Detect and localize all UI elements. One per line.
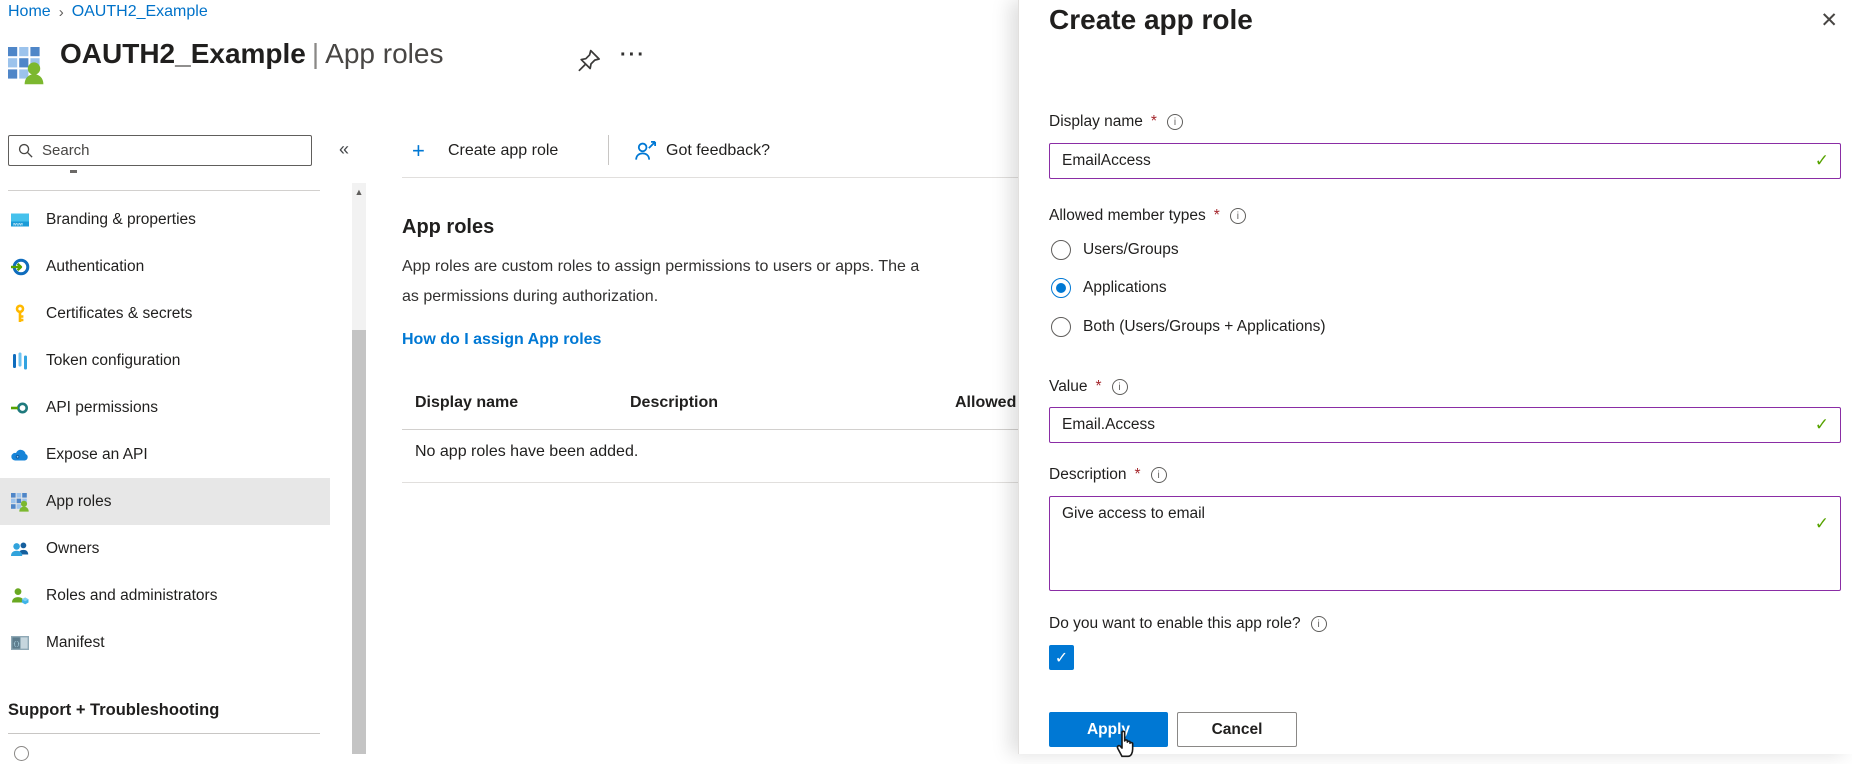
- sidebar-item-roles-administrators[interactable]: Roles and administrators: [0, 572, 330, 619]
- description-field: Give access to email ✓: [1049, 496, 1841, 591]
- sidebar-item-expose-api[interactable]: Expose an API: [0, 431, 330, 478]
- toolbar-rule: [402, 177, 1018, 178]
- app-roles-icon: [10, 492, 30, 512]
- owners-people-icon: [10, 539, 30, 559]
- radio-circle-icon[interactable]: [1051, 278, 1071, 298]
- scrolled-item-sliver: [70, 170, 77, 173]
- search-icon: [17, 142, 34, 159]
- column-header-display-name: Display name: [415, 394, 518, 412]
- sidebar-divider: [8, 190, 320, 191]
- key-icon: [10, 304, 30, 324]
- branding-icon: www: [10, 210, 30, 230]
- sidebar-item-owners[interactable]: Owners: [0, 525, 330, 572]
- plus-icon: +: [412, 138, 425, 164]
- radio-both[interactable]: Both (Users/Groups + Applications): [1051, 313, 1326, 341]
- create-app-role-button[interactable]: Create app role: [448, 142, 558, 160]
- app-registration-icon: [6, 45, 46, 85]
- info-icon: i: [1112, 379, 1128, 395]
- collapse-sidebar-button[interactable]: «: [339, 139, 349, 160]
- column-header-description: Description: [630, 394, 718, 412]
- description-textarea[interactable]: Give access to email: [1049, 496, 1841, 591]
- info-icon: i: [1311, 616, 1327, 632]
- sidebar-item-manifest[interactable]: {} Manifest: [0, 619, 330, 666]
- authentication-icon: [10, 257, 30, 277]
- valid-check-icon: ✓: [1815, 151, 1829, 171]
- got-feedback-button[interactable]: Got feedback?: [666, 142, 770, 160]
- radio-circle-icon[interactable]: [1051, 317, 1071, 337]
- toolbar-divider: [608, 135, 609, 165]
- sidebar-item-branding-properties[interactable]: www Branding & properties: [0, 196, 330, 243]
- info-icon: i: [1151, 467, 1167, 483]
- create-app-role-panel: Create app role ✕ Display name* i ✓ Allo…: [1018, 0, 1852, 754]
- more-options-button[interactable]: ···: [620, 44, 646, 67]
- radio-circle-icon[interactable]: [1051, 240, 1071, 260]
- info-icon: i: [1230, 208, 1246, 224]
- apply-button[interactable]: Apply: [1049, 712, 1168, 747]
- svg-text:{}: {}: [13, 640, 20, 647]
- value-label: Value* i: [1049, 378, 1128, 396]
- breadcrumb-current-link[interactable]: OAUTH2_Example: [72, 3, 208, 21]
- feedback-person-icon: [634, 139, 658, 163]
- radio-applications[interactable]: Applications: [1051, 274, 1167, 302]
- close-icon[interactable]: ✕: [1820, 8, 1838, 33]
- table-row-divider: [402, 482, 1018, 483]
- sidebar-item-authentication[interactable]: Authentication: [0, 243, 330, 290]
- panel-title: Create app role: [1049, 4, 1253, 36]
- content-heading: App roles: [402, 216, 494, 239]
- breadcrumb-home-link[interactable]: Home: [8, 3, 51, 21]
- sidebar-item-api-permissions[interactable]: API permissions: [0, 384, 330, 431]
- enable-app-role-label: Do you want to enable this app role? i: [1049, 615, 1327, 633]
- empty-table-message: No app roles have been added.: [415, 443, 638, 461]
- manifest-icon: {}: [10, 633, 30, 653]
- table-header-divider: [402, 429, 1018, 430]
- chevron-right-icon: ›: [59, 4, 64, 21]
- content-description-line1: App roles are custom roles to assign per…: [402, 258, 919, 276]
- display-name-input[interactable]: [1049, 143, 1841, 179]
- column-header-allowed: Allowed: [955, 394, 1016, 412]
- valid-check-icon: ✓: [1815, 514, 1829, 534]
- sidebar-search[interactable]: [8, 135, 312, 166]
- search-input[interactable]: [42, 142, 282, 159]
- pin-icon[interactable]: [576, 48, 602, 74]
- cancel-button[interactable]: Cancel: [1177, 712, 1297, 747]
- value-input[interactable]: [1049, 407, 1841, 443]
- sidebar-item-app-roles[interactable]: App roles: [0, 478, 330, 525]
- sidebar-section-heading: Support + Troubleshooting: [8, 701, 219, 720]
- allowed-member-types-label: Allowed member types* i: [1049, 207, 1246, 225]
- page-title: OAUTH2_Example|App roles: [60, 38, 443, 70]
- sidebar-section-divider: [8, 733, 320, 734]
- scrollbar-up-arrow[interactable]: ▲: [352, 187, 366, 197]
- content-scrollbar-thumb[interactable]: [352, 330, 366, 754]
- info-icon: i: [1167, 114, 1183, 130]
- sidebar-item-certificates-secrets[interactable]: Certificates & secrets: [0, 290, 330, 337]
- sidebar-item-token-configuration[interactable]: Token configuration: [0, 337, 330, 384]
- description-label: Description* i: [1049, 466, 1167, 484]
- sidebar-nav: www Branding & properties Authentication…: [0, 196, 330, 666]
- how-to-assign-link[interactable]: How do I assign App roles: [402, 331, 601, 349]
- roles-admins-icon: [10, 586, 30, 606]
- breadcrumb: Home › OAUTH2_Example: [8, 3, 208, 21]
- checkmark-icon: ✓: [1055, 648, 1068, 668]
- display-name-field: ✓: [1049, 143, 1841, 179]
- sliders-icon: [10, 351, 30, 371]
- valid-check-icon: ✓: [1815, 415, 1829, 435]
- api-key-icon: [10, 398, 30, 418]
- content-description-line2: as permissions during authorization.: [402, 288, 658, 306]
- radio-users-groups[interactable]: Users/Groups: [1051, 236, 1179, 264]
- cloud-icon: [10, 445, 30, 465]
- svg-text:www: www: [13, 221, 24, 226]
- display-name-label: Display name* i: [1049, 113, 1183, 131]
- value-field: ✓: [1049, 407, 1841, 443]
- enable-checkbox[interactable]: ✓: [1049, 645, 1074, 670]
